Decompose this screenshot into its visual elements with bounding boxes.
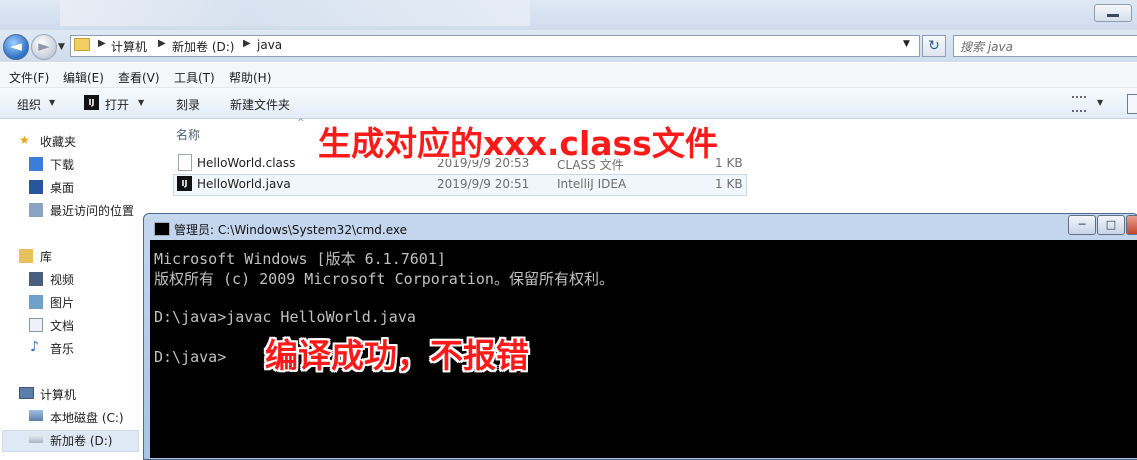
sidebar-favorites-header[interactable]: 收藏夹	[40, 133, 76, 150]
breadcrumb-computer[interactable]: 计算机	[111, 38, 147, 55]
file-date: 2019/9/9 20:51	[437, 177, 530, 191]
open-button[interactable]: 打开	[105, 96, 129, 113]
computer-icon	[19, 387, 34, 399]
documents-icon	[29, 318, 43, 332]
sidebar-item-documents[interactable]: 文档	[50, 317, 74, 334]
minimize-button[interactable]	[1094, 4, 1132, 22]
intellij-icon: IJ	[84, 95, 99, 110]
recent-pages-dropdown-icon[interactable]: ▼	[58, 42, 65, 52]
sidebar-item-videos[interactable]: 视频	[50, 271, 74, 288]
sort-arrow-icon: ^	[297, 118, 305, 128]
column-header-name[interactable]: 名称	[176, 126, 200, 143]
preview-pane-icon[interactable]	[1127, 94, 1137, 114]
chevron-down-icon[interactable]: ▼	[1097, 98, 1103, 107]
new-folder-button[interactable]: 新建文件夹	[230, 96, 290, 113]
sidebar-item-drive-d[interactable]: 新加卷 (D:)	[50, 432, 112, 449]
view-options-icon[interactable]	[1072, 96, 1086, 112]
background-window-blur	[60, 0, 530, 26]
breadcrumb-drive-d[interactable]: 新加卷 (D:)	[172, 38, 234, 55]
command-toolbar	[0, 88, 1137, 119]
organize-button[interactable]: 组织	[17, 96, 41, 113]
cmd-window-title: 管理员: C:\Windows\System32\cmd.exe	[174, 223, 407, 237]
sidebar-item-downloads[interactable]: 下载	[50, 156, 74, 173]
file-size: 1 KB	[715, 177, 743, 191]
forward-button[interactable]: ►	[31, 34, 57, 60]
refresh-icon[interactable]: ↻	[922, 35, 946, 57]
chevron-down-icon[interactable]: ▼	[49, 98, 55, 107]
pictures-icon	[29, 295, 43, 309]
back-button[interactable]: ◄	[3, 34, 29, 60]
burn-button[interactable]: 刻录	[176, 96, 200, 113]
chevron-right-icon[interactable]: ▶	[158, 38, 166, 49]
cmd-maximize-button[interactable]: □	[1097, 215, 1125, 235]
sidebar-item-music[interactable]: 音乐	[50, 340, 74, 357]
console-prompt: D:\java>	[154, 348, 227, 366]
sidebar-libraries-header[interactable]: 库	[40, 248, 52, 265]
sidebar-item-desktop[interactable]: 桌面	[50, 179, 74, 196]
menu-view[interactable]: 查看(V)	[118, 69, 160, 86]
menu-edit[interactable]: 编辑(E)	[63, 69, 104, 86]
chevron-right-icon[interactable]: ▶	[243, 38, 251, 49]
local-disk-icon	[29, 410, 43, 421]
sidebar-item-recent[interactable]: 最近访问的位置	[50, 202, 134, 219]
cmd-minimize-button[interactable]: ─	[1068, 215, 1096, 235]
music-icon: ♪	[30, 339, 39, 355]
sidebar-computer-header[interactable]: 计算机	[40, 386, 76, 403]
annotation-compile-success: 编译成功，不报错	[265, 336, 529, 375]
console-line: Microsoft Windows [版本 6.1.7601]	[154, 250, 446, 268]
address-dropdown-icon[interactable]: ▼	[903, 39, 910, 49]
file-size: 1 KB	[715, 156, 743, 170]
cmd-close-button[interactable]	[1126, 215, 1137, 235]
breadcrumb-java[interactable]: java	[257, 38, 282, 52]
class-file-icon	[178, 154, 192, 171]
menu-bar	[0, 63, 1137, 88]
menu-help[interactable]: 帮助(H)	[229, 69, 271, 86]
star-icon: ★	[19, 133, 30, 147]
downloads-icon	[29, 157, 43, 171]
folder-icon	[74, 38, 90, 51]
intellij-icon: IJ	[177, 176, 192, 191]
sidebar-item-drive-c[interactable]: 本地磁盘 (C:)	[50, 409, 124, 426]
menu-tools[interactable]: 工具(T)	[174, 69, 215, 86]
desktop-icon	[29, 180, 43, 194]
file-name[interactable]: HelloWorld.class	[197, 156, 295, 170]
recent-places-icon	[29, 203, 43, 217]
console-line: D:\java>javac HelloWorld.java	[154, 308, 416, 326]
drive-icon	[29, 435, 43, 443]
file-type: IntelliJ IDEA	[557, 177, 627, 191]
cmd-icon	[154, 222, 170, 236]
navigation-pane	[0, 119, 160, 458]
chevron-down-icon[interactable]: ▼	[138, 98, 144, 107]
annotation-class-generated: 生成对应的xxx.class文件	[318, 124, 718, 163]
console-line: 版权所有 (c) 2009 Microsoft Corporation。保留所有…	[154, 270, 614, 288]
search-placeholder: 搜索 java	[960, 40, 1013, 54]
file-name[interactable]: HelloWorld.java	[197, 177, 291, 191]
chevron-right-icon[interactable]: ▶	[98, 38, 106, 49]
menu-file[interactable]: 文件(F)	[9, 69, 49, 86]
sidebar-item-pictures[interactable]: 图片	[50, 294, 74, 311]
library-icon	[19, 249, 33, 263]
video-icon	[29, 272, 43, 286]
